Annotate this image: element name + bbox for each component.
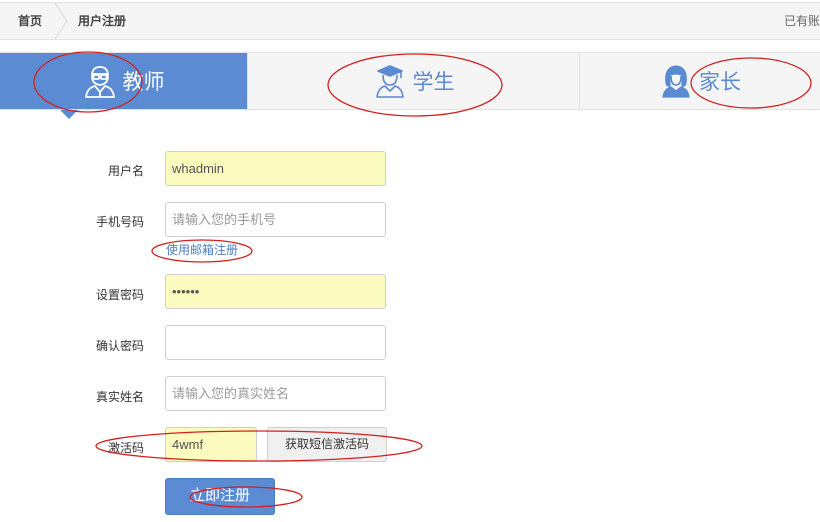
activation-code-label: 激活码 — [107, 441, 144, 455]
tab-teacher-label: 教师 — [122, 71, 165, 94]
breadcrumb-home-link[interactable]: 首页 — [18, 3, 42, 39]
register-submit-button[interactable]: 立即注册 — [165, 478, 275, 515]
breadcrumb: 首页 用户注册 已有账 — [0, 2, 820, 40]
teacher-icon — [84, 66, 115, 98]
login-link[interactable]: 已有账 — [784, 3, 820, 39]
confirm-password-input[interactable] — [165, 325, 386, 360]
password-label: 设置密码 — [95, 288, 144, 302]
breadcrumb-current: 用户注册 — [78, 14, 127, 28]
tab-parent[interactable]: 家长 — [580, 53, 820, 109]
active-tab-pointer — [60, 110, 78, 119]
email-register-link[interactable]: 使用邮箱注册 — [166, 241, 238, 258]
username-label: 用户名 — [107, 164, 144, 178]
realname-input[interactable] — [165, 376, 386, 411]
username-input[interactable] — [165, 151, 386, 186]
role-tabs: 教师 学生 家长 — [0, 52, 820, 110]
tab-student[interactable]: 学生 — [247, 53, 580, 109]
tab-parent-label: 家长 — [699, 71, 741, 94]
activation-code-input[interactable] — [165, 427, 257, 462]
parent-icon — [662, 65, 690, 98]
tab-student-label: 学生 — [412, 71, 455, 94]
student-icon — [375, 65, 404, 98]
realname-label: 真实姓名 — [95, 390, 144, 404]
get-sms-code-button[interactable]: 获取短信激活码 — [267, 427, 387, 462]
phone-label: 手机号码 — [95, 215, 144, 229]
breadcrumb-separator-icon — [54, 3, 68, 39]
confirm-password-label: 确认密码 — [95, 339, 144, 353]
tab-teacher[interactable]: 教师 — [0, 53, 247, 109]
password-input[interactable] — [165, 274, 386, 309]
phone-input[interactable] — [165, 202, 386, 237]
